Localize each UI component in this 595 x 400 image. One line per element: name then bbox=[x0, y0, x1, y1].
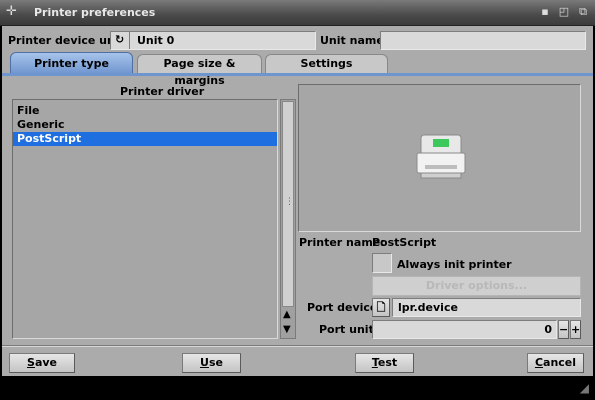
button-separator bbox=[2, 345, 593, 347]
printer-type-pane: Printer driver File Generic PostScript ⋮… bbox=[2, 76, 593, 344]
scroll-down-icon[interactable]: ▼ bbox=[283, 324, 291, 335]
driver-item-generic[interactable]: Generic bbox=[13, 118, 277, 132]
port-device-input[interactable]: lpr.device bbox=[392, 298, 581, 317]
port-unit-decrement[interactable]: − bbox=[558, 320, 569, 339]
window-client-area: Printer device unit: ↻ Unit 0 Unit name:… bbox=[2, 26, 593, 376]
unit-cycle-icon[interactable]: ↻ bbox=[115, 33, 124, 46]
port-unit-increment[interactable]: + bbox=[570, 320, 581, 339]
scrollbar-knob[interactable]: ⋮⋮ bbox=[282, 101, 303, 307]
save-button[interactable]: Save bbox=[9, 353, 75, 373]
driver-options-button[interactable]: Driver options... bbox=[372, 276, 581, 296]
printer-name-value: PostScript bbox=[372, 236, 437, 249]
printer-icon bbox=[415, 131, 467, 181]
always-init-checkbox[interactable] bbox=[372, 253, 392, 273]
zoom-icon[interactable]: ◰ bbox=[558, 5, 570, 19]
port-device-file-button[interactable]: 🗋 bbox=[372, 298, 390, 317]
cancel-label: ancel bbox=[543, 356, 577, 369]
device-row: Printer device unit: ↻ Unit 0 Unit name: bbox=[2, 30, 593, 50]
title-bar[interactable]: ✛ Printer preferences ▪ ◰ ⧉ bbox=[0, 0, 595, 26]
driver-list-scrollbar[interactable]: ⋮⋮ ▲ ▼ bbox=[280, 99, 303, 339]
use-button[interactable]: Use bbox=[182, 353, 241, 373]
port-unit-value: 0 bbox=[544, 323, 552, 336]
tab-page-size-margins[interactable]: Page size & margins bbox=[137, 54, 262, 87]
resize-grip-icon[interactable]: ◢ bbox=[580, 381, 589, 395]
use-label: se bbox=[208, 356, 223, 369]
depth-icon[interactable]: ⧉ bbox=[577, 5, 589, 19]
port-unit-label: Port unit: bbox=[319, 323, 379, 336]
window-title: Printer preferences bbox=[34, 6, 156, 19]
driver-item-postscript[interactable]: PostScript bbox=[13, 132, 277, 146]
close-window-icon[interactable]: ✛ bbox=[6, 4, 17, 19]
port-device-label: Port device: bbox=[307, 301, 382, 314]
save-mnemonic: S bbox=[27, 356, 35, 369]
iconify-icon[interactable]: ▪ bbox=[539, 5, 551, 19]
tab-bar: Printer type Page size & margins Setting… bbox=[2, 52, 593, 87]
unit-name-input[interactable] bbox=[380, 31, 586, 50]
save-label: ave bbox=[34, 356, 57, 369]
printer-preview bbox=[298, 84, 581, 232]
tab-printer-type[interactable]: Printer type bbox=[10, 52, 133, 74]
printer-driver-list[interactable]: File Generic PostScript bbox=[12, 99, 278, 339]
tab-settings[interactable]: Settings bbox=[265, 54, 388, 73]
port-unit-input[interactable]: 0 bbox=[372, 320, 557, 339]
window-bottom-border: ◢ bbox=[0, 376, 595, 400]
test-label: est bbox=[377, 356, 398, 369]
driver-item-file[interactable]: File bbox=[13, 104, 277, 118]
scroll-up-icon[interactable]: ▲ bbox=[283, 309, 291, 320]
port-device-value: lpr.device bbox=[398, 301, 458, 314]
cancel-button[interactable]: Cancel bbox=[527, 353, 584, 373]
cancel-mnemonic: C bbox=[534, 356, 544, 369]
test-button[interactable]: Test bbox=[355, 353, 414, 373]
use-mnemonic: U bbox=[200, 356, 209, 369]
printer-driver-heading: Printer driver bbox=[120, 85, 205, 98]
file-icon: 🗋 bbox=[376, 301, 386, 314]
window-controls: ▪ ◰ ⧉ bbox=[539, 5, 589, 19]
device-unit-value: Unit 0 bbox=[137, 34, 175, 47]
unit-name-label: Unit name: bbox=[320, 34, 389, 47]
field-divider bbox=[129, 32, 130, 49]
always-init-label: Always init printer bbox=[397, 258, 512, 271]
printer-preferences-window: ✛ Printer preferences ▪ ◰ ⧉ Printer devi… bbox=[0, 0, 595, 400]
device-unit-field[interactable]: ↻ Unit 0 bbox=[110, 31, 316, 50]
